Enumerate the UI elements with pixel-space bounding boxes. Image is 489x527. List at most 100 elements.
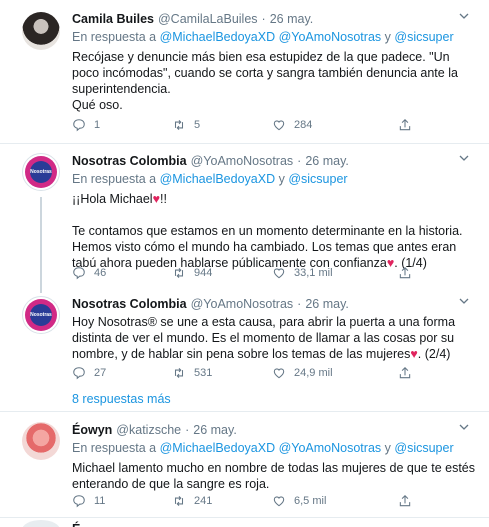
author-handle[interactable]: @YoAmoNosotras <box>191 296 294 312</box>
tweet-date[interactable]: 26 may. <box>305 296 349 312</box>
share-icon <box>399 495 411 507</box>
red-heart-emoji: ♥ <box>152 192 161 206</box>
tweet-date[interactable]: 26 may. <box>193 422 237 438</box>
reply-and: y <box>384 30 391 44</box>
retweet-icon <box>174 495 184 507</box>
chevron-down-icon[interactable] <box>459 11 469 21</box>
author-name[interactable]: Éowyn <box>72 422 112 438</box>
avatar[interactable] <box>22 12 60 50</box>
chevron-down-icon[interactable] <box>459 422 469 432</box>
retweet-button[interactable]: 5 <box>172 118 272 132</box>
red-heart-emoji: ♥ <box>410 347 418 361</box>
share-button[interactable] <box>398 494 412 511</box>
reply-count: 1 <box>94 119 101 131</box>
tweet-text-line: ¡¡Hola Michael <box>72 192 153 206</box>
mention-link[interactable]: @YoAmoNosotras <box>279 441 382 455</box>
tweet-nosotras-2[interactable]: Nosotras Nosotras Colombia @YoAmoNosotra… <box>0 291 489 387</box>
mention-link[interactable]: @MichaelBedoyaXD <box>160 30 276 44</box>
share-button[interactable] <box>398 366 412 383</box>
tweet-header: Camila Builes @CamilaLaBuiles · 26 may. <box>72 11 475 27</box>
heart-icon <box>273 368 285 379</box>
reply-icon <box>73 119 85 132</box>
author-name[interactable]: Nosotras Colombia <box>72 296 187 312</box>
tweet-actions: 1 5 284 <box>72 118 372 132</box>
like-count: 284 <box>294 119 313 131</box>
chevron-down-icon[interactable] <box>459 296 469 306</box>
mention-link[interactable]: @MichaelBedoyaXD <box>160 172 276 186</box>
reply-icon <box>73 267 85 280</box>
reply-button[interactable]: 27 <box>72 366 172 380</box>
more-replies-link[interactable]: 8 respuestas más <box>72 392 171 406</box>
author-name[interactable]: É <box>72 522 80 527</box>
separator-dot: · <box>185 423 190 437</box>
retweet-count: 944 <box>194 267 213 279</box>
tweet-actions: 27 531 24,9 mil <box>72 366 372 380</box>
mention-link[interactable]: @sicsuper <box>288 172 347 186</box>
mention-link[interactable]: @YoAmoNosotras <box>279 30 382 44</box>
reply-context: En respuesta a @MichaelBedoyaXD @YoAmoNo… <box>72 29 475 45</box>
author-name[interactable]: Camila Builes <box>72 11 154 27</box>
reply-count: 27 <box>94 367 107 379</box>
tweet-text-line: Hoy Nosotras® se une a esta causa, para … <box>72 315 456 361</box>
tweet-date[interactable]: 26 may. <box>305 153 349 169</box>
thread-line <box>40 197 42 293</box>
heart-icon <box>273 268 285 279</box>
tweet-text: Michael lamento mucho en nombre de todas… <box>72 460 475 492</box>
tweet-text-line: . (2/4) <box>417 347 451 361</box>
tweet-nosotras-1[interactable]: Nosotras Nosotras Colombia @YoAmoNosotra… <box>0 145 489 293</box>
tweet-date[interactable]: 26 may. <box>270 11 314 27</box>
like-button[interactable]: 6,5 mil <box>272 494 372 508</box>
reply-button[interactable]: 1 <box>72 118 172 132</box>
author-handle[interactable]: @katizsche <box>116 422 181 438</box>
tweet-actions: 46 944 33,1 mil <box>72 266 372 280</box>
reply-button[interactable]: 11 <box>72 494 172 508</box>
mention-link[interactable]: @sicsuper <box>394 30 453 44</box>
separator-dot: · <box>297 154 302 168</box>
separator-dot: · <box>261 12 266 26</box>
retweet-icon <box>174 367 184 379</box>
retweet-button[interactable]: 241 <box>172 494 272 508</box>
retweet-count: 531 <box>194 367 213 379</box>
reply-prefix: En respuesta a <box>72 441 157 455</box>
tweet-actions: 11 241 6,5 mil <box>72 494 372 508</box>
tweet-camila[interactable]: Camila Builes @CamilaLaBuiles · 26 may. … <box>0 0 489 144</box>
share-button[interactable] <box>398 266 412 283</box>
tweet-text: ¡¡Hola Michael♥!! Te contamos que estamo… <box>72 191 475 271</box>
avatar[interactable] <box>22 520 60 527</box>
like-button[interactable]: 24,9 mil <box>272 366 372 380</box>
avatar[interactable]: Nosotras <box>22 296 60 334</box>
reply-and: y <box>384 441 391 455</box>
tweet-eowyn[interactable]: Éowyn @katizsche · 26 may. En respuesta … <box>0 412 489 518</box>
like-button[interactable]: 284 <box>272 118 372 132</box>
separator-dot: · <box>297 297 302 311</box>
tweet-text-line: Qué oso. <box>72 98 123 112</box>
avatar[interactable]: Nosotras <box>22 153 60 191</box>
tweet-header: Nosotras Colombia @YoAmoNosotras · 26 ma… <box>72 296 475 312</box>
tweet-text-line: Recójase y denuncie más bien esa estupid… <box>72 50 458 96</box>
tweet-text: Hoy Nosotras® se une a esta causa, para … <box>72 314 475 362</box>
like-count: 24,9 mil <box>294 367 333 379</box>
reply-icon <box>73 367 85 380</box>
reply-prefix: En respuesta a <box>72 30 157 44</box>
author-handle[interactable]: @CamilaLaBuiles <box>158 11 258 27</box>
author-handle[interactable]: @YoAmoNosotras <box>191 153 294 169</box>
avatar-logo-text: Nosotras <box>30 169 52 175</box>
tweet-header: Nosotras Colombia @YoAmoNosotras · 26 ma… <box>72 153 475 169</box>
avatar[interactable] <box>22 422 60 460</box>
reply-context: En respuesta a @MichaelBedoyaXD @YoAmoNo… <box>72 440 475 456</box>
heart-icon <box>273 496 285 507</box>
share-icon <box>399 267 411 279</box>
reply-button[interactable]: 46 <box>72 266 172 280</box>
reply-count: 46 <box>94 267 107 279</box>
retweet-button[interactable]: 531 <box>172 366 272 380</box>
reply-count: 11 <box>94 495 106 507</box>
author-name[interactable]: Nosotras Colombia <box>72 153 187 169</box>
mention-link[interactable]: @sicsuper <box>394 441 453 455</box>
mention-link[interactable]: @MichaelBedoyaXD <box>160 441 276 455</box>
chevron-down-icon[interactable] <box>459 153 469 163</box>
share-icon <box>399 119 411 131</box>
retweet-button[interactable]: 944 <box>172 266 272 280</box>
like-button[interactable]: 33,1 mil <box>272 266 372 280</box>
tweet-text-line: !! <box>160 192 167 206</box>
share-button[interactable] <box>398 118 412 135</box>
